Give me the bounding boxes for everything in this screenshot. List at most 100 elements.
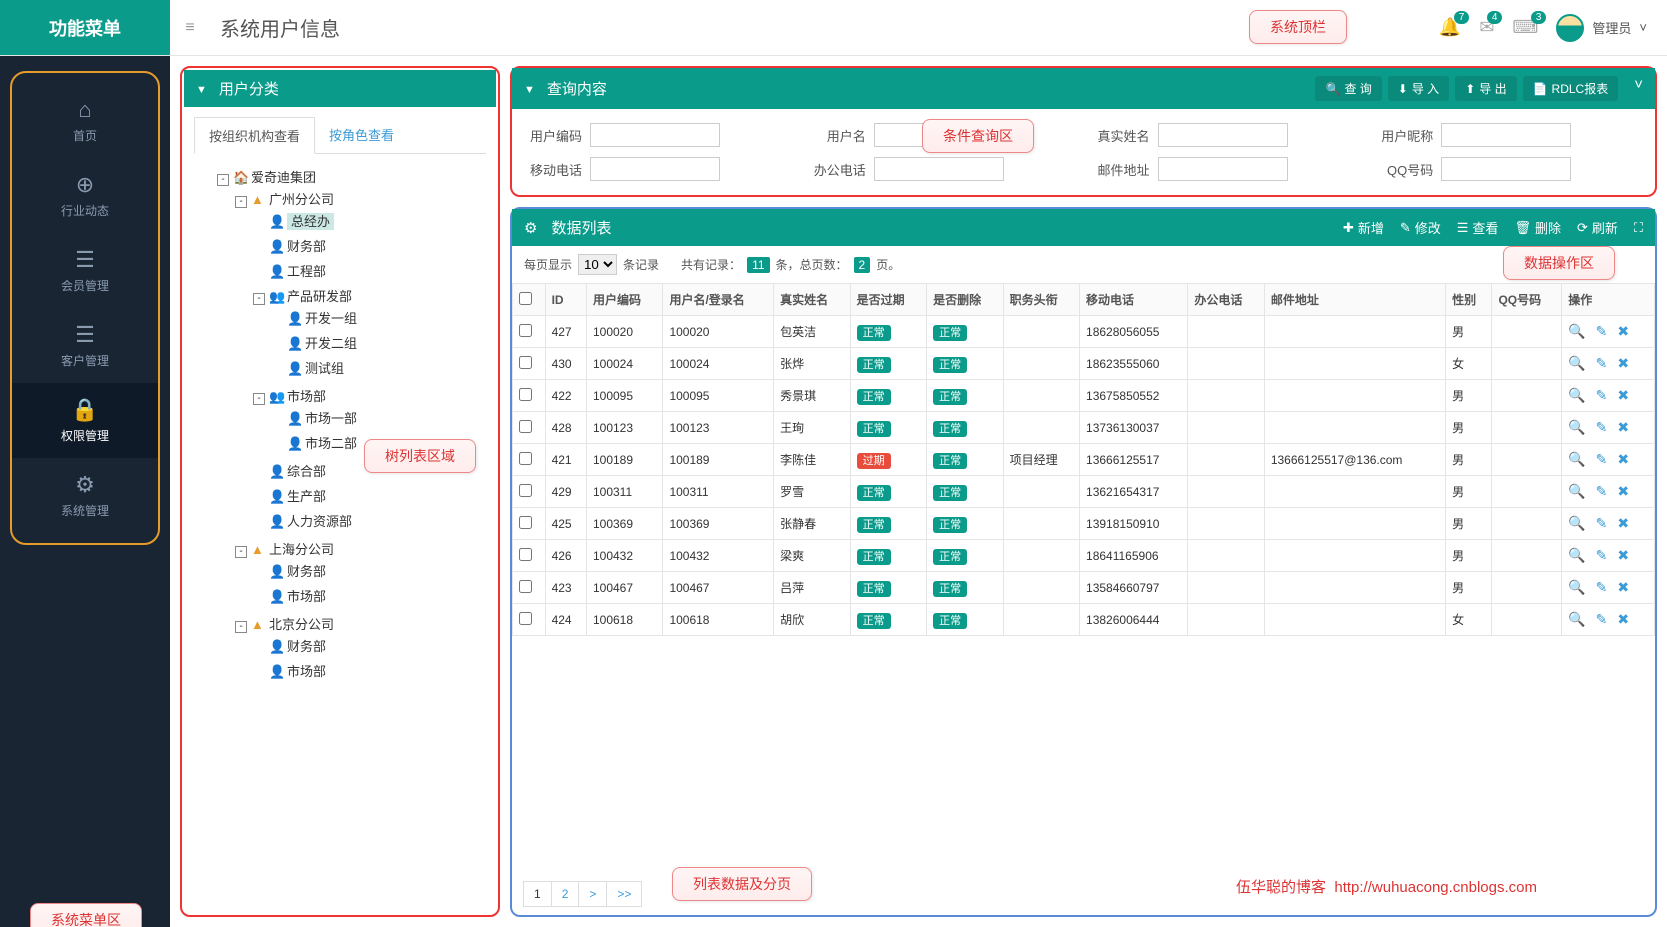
tree-node[interactable]: 👤生产部 [253,483,481,508]
calculator-icon[interactable]: ⌨3 [1512,17,1538,38]
sidebar-item-0[interactable]: ⌂首页 [12,83,158,158]
row-checkbox[interactable] [519,612,532,625]
tree-node[interactable]: 👤工程部 [253,258,481,283]
query-field-input[interactable] [1158,123,1288,147]
row-edit-icon[interactable]: ✎ [1596,483,1608,500]
sidebar-item-4[interactable]: 🔒权限管理 [12,383,158,458]
sidebar-item-5[interactable]: ⚙系统管理 [12,458,158,533]
collapse-icon[interactable] [196,80,211,97]
row-edit-icon[interactable]: ✎ [1596,387,1608,404]
row-delete-icon[interactable]: ✖ [1617,323,1629,340]
row-checkbox[interactable] [519,324,532,337]
query-field-input[interactable] [874,157,1004,181]
tree-toggle-icon[interactable]: - [235,196,247,208]
row-view-icon[interactable]: 🔍 [1568,547,1585,564]
row-edit-icon[interactable]: ✎ [1596,451,1608,468]
page-button[interactable]: 2 [551,881,580,907]
query-field-input[interactable] [1441,123,1571,147]
page-size-select[interactable]: 10 [578,254,617,275]
row-view-icon[interactable]: 🔍 [1568,451,1585,468]
sidebar-item-1[interactable]: ⊕行业动态 [12,158,158,233]
expand-query-icon[interactable] [1634,76,1643,101]
page-button[interactable]: > [578,881,607,907]
tree-toggle-icon[interactable]: - [217,174,229,186]
row-checkbox[interactable] [519,580,532,593]
sidebar-item-3[interactable]: ☰客户管理 [12,308,158,383]
export-button[interactable]: ⬆导 出 [1455,76,1516,101]
tree-node[interactable]: -👥市场部👤市场一部👤市场二部 [253,383,481,458]
row-view-icon[interactable]: 🔍 [1568,579,1585,596]
row-delete-icon[interactable]: ✖ [1617,483,1629,500]
tree-node[interactable]: 👤市场一部 [271,405,481,430]
tree-toggle-icon[interactable]: - [253,393,265,405]
row-view-icon[interactable]: 🔍 [1568,611,1585,628]
tree-toggle-icon[interactable]: - [235,621,247,633]
row-delete-icon[interactable]: ✖ [1617,451,1629,468]
mail-icon[interactable]: ✉4 [1479,17,1494,38]
add-button[interactable]: ✚ 新增 [1343,218,1384,237]
page-button[interactable]: >> [606,881,642,907]
row-checkbox[interactable] [519,356,532,369]
tree-toggle-icon[interactable]: - [235,546,247,558]
row-view-icon[interactable]: 🔍 [1568,355,1585,372]
row-checkbox[interactable] [519,548,532,561]
tree-node[interactable]: 👤测试组 [271,355,481,380]
tree-node[interactable]: 👤综合部 [253,458,481,483]
tree-node[interactable]: -▲北京分公司👤财务部👤市场部 [235,611,481,686]
tab-by-org[interactable]: 按组织机构查看 [194,117,315,154]
tree-root-node[interactable]: -🏠爱奇迪集团-▲广州分公司👤总经办👤财务部👤工程部-👥产品研发部👤开发一组👤开… [217,164,481,689]
row-checkbox[interactable] [519,420,532,433]
tree-node[interactable]: 👤开发二组 [271,330,481,355]
tree-node[interactable]: -▲上海分公司👤财务部👤市场部 [235,536,481,611]
tree-node[interactable]: -▲广州分公司👤总经办👤财务部👤工程部-👥产品研发部👤开发一组👤开发二组👤测试组… [235,186,481,536]
row-edit-icon[interactable]: ✎ [1596,515,1608,532]
row-view-icon[interactable]: 🔍 [1568,515,1585,532]
row-edit-icon[interactable]: ✎ [1596,419,1608,436]
view-button[interactable]: ☰ 查看 [1457,218,1499,237]
tree-node[interactable]: 👤人力资源部 [253,508,481,533]
tree-node[interactable]: 👤市场部 [253,658,481,683]
fullscreen-icon[interactable]: ⛶ [1634,218,1643,237]
tree-node[interactable]: 👤市场部 [253,583,481,608]
row-checkbox[interactable] [519,484,532,497]
import-button[interactable]: ⬇导 入 [1388,76,1449,101]
query-field-input[interactable] [1158,157,1288,181]
tree-node[interactable]: 👤财务部 [253,233,481,258]
row-delete-icon[interactable]: ✖ [1617,547,1629,564]
row-checkbox[interactable] [519,388,532,401]
row-edit-icon[interactable]: ✎ [1596,611,1608,628]
row-edit-icon[interactable]: ✎ [1596,355,1608,372]
row-checkbox[interactable] [519,452,532,465]
query-field-input[interactable] [1441,157,1571,181]
sidebar-item-2[interactable]: ☰会员管理 [12,233,158,308]
row-view-icon[interactable]: 🔍 [1568,419,1585,436]
row-view-icon[interactable]: 🔍 [1568,387,1585,404]
query-field-input[interactable] [874,123,1004,147]
sidebar-toggle-icon[interactable]: ≡ [170,19,210,37]
query-field-input[interactable] [590,123,720,147]
tree-node[interactable]: 👤财务部 [253,633,481,658]
row-delete-icon[interactable]: ✖ [1617,579,1629,596]
tree-toggle-icon[interactable]: - [253,293,265,305]
query-field-input[interactable] [590,157,720,181]
delete-button[interactable]: 🗑 删除 [1514,218,1561,237]
edit-button[interactable]: ✎ 修改 [1400,218,1441,237]
collapse-icon[interactable] [524,80,539,97]
rdlc-button[interactable]: 📄RDLC报表 [1523,76,1619,101]
row-delete-icon[interactable]: ✖ [1617,387,1629,404]
tree-node[interactable]: 👤总经办 [253,208,481,233]
user-menu[interactable]: 管理员 ˅ [1556,14,1647,42]
row-edit-icon[interactable]: ✎ [1596,579,1608,596]
page-button[interactable]: 1 [523,881,552,907]
bell-icon[interactable]: 🔔7 [1439,17,1461,38]
tree-node[interactable]: 👤市场二部 [271,430,481,455]
row-edit-icon[interactable]: ✎ [1596,323,1608,340]
row-delete-icon[interactable]: ✖ [1617,419,1629,436]
row-delete-icon[interactable]: ✖ [1617,611,1629,628]
tree-node[interactable]: 👤开发一组 [271,305,481,330]
row-delete-icon[interactable]: ✖ [1617,515,1629,532]
select-all-checkbox[interactable] [519,292,532,305]
search-button[interactable]: 🔍查 询 [1315,76,1381,101]
refresh-button[interactable]: ⟳ 刷新 [1577,218,1618,237]
row-delete-icon[interactable]: ✖ [1617,355,1629,372]
